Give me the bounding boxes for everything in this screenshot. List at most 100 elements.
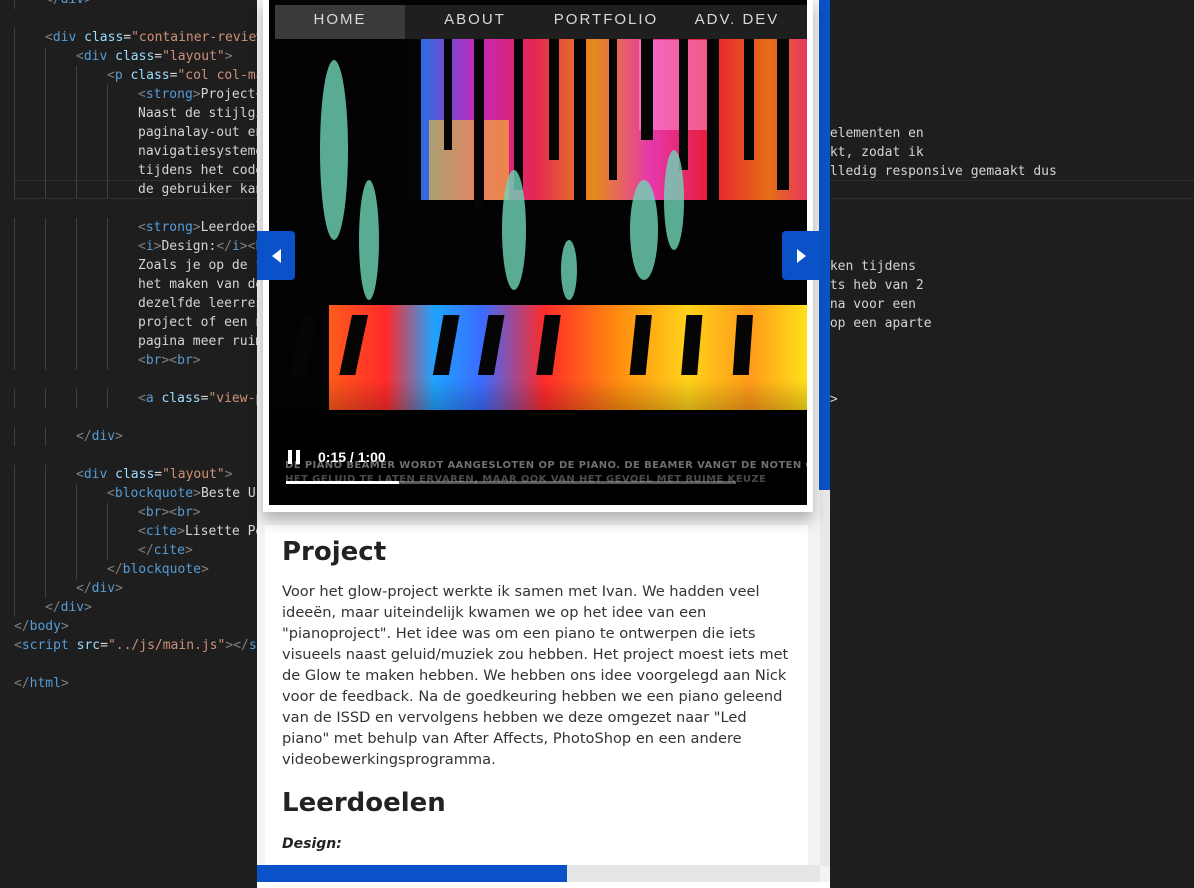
code-token: > bbox=[224, 467, 233, 482]
code-token: "layout" bbox=[162, 49, 225, 64]
indent-guide bbox=[76, 66, 77, 85]
top-navigation: HOME ABOUT PORTFOLIO ADV. DEV bbox=[275, 5, 807, 39]
video-player[interactable] bbox=[269, 0, 807, 505]
code-token: a bbox=[145, 391, 154, 406]
project-heading: Project bbox=[282, 537, 387, 567]
indent-guide bbox=[45, 427, 46, 446]
indent-guide bbox=[14, 427, 15, 446]
indent-guide bbox=[45, 256, 46, 275]
indent-guide bbox=[107, 389, 108, 408]
preview-scrollbar[interactable] bbox=[820, 490, 830, 866]
code-token: < bbox=[107, 486, 115, 501]
code-token: cite bbox=[153, 543, 185, 558]
indent-guide bbox=[76, 332, 77, 351]
accent-edge bbox=[819, 0, 830, 490]
code-token: body bbox=[29, 619, 61, 634]
indent-guide bbox=[76, 180, 77, 199]
indent-guide bbox=[76, 560, 77, 579]
indent-guide bbox=[107, 218, 108, 237]
code-token: div bbox=[83, 467, 108, 482]
code-token: br bbox=[177, 353, 193, 368]
code-token: "view-p bbox=[208, 391, 264, 406]
nav-item-home[interactable]: HOME bbox=[275, 5, 405, 39]
indent-guide bbox=[45, 180, 46, 199]
code-token: script bbox=[21, 638, 69, 653]
indent-guide bbox=[107, 161, 108, 180]
preview-bottom-edge bbox=[257, 882, 830, 888]
indent-guide bbox=[76, 256, 77, 275]
nav-item-adv-dev[interactable]: ADV. DEV bbox=[667, 5, 807, 39]
code-token: > bbox=[115, 429, 123, 444]
code-token: </ bbox=[76, 429, 92, 444]
code-token: < bbox=[138, 87, 146, 102]
indent-guide bbox=[107, 85, 108, 104]
code-token: >< bbox=[161, 353, 178, 368]
indent-guide bbox=[45, 332, 46, 351]
video-scrubber[interactable] bbox=[286, 481, 736, 484]
code-token: Leerdoel bbox=[200, 220, 264, 235]
indent-guide bbox=[76, 484, 77, 503]
pause-icon[interactable] bbox=[288, 450, 300, 464]
code-overflow-text: -elementen en bbox=[822, 126, 924, 141]
indent-guide bbox=[107, 180, 108, 199]
indent-guide bbox=[14, 142, 15, 161]
chevron-right-icon bbox=[796, 248, 806, 263]
code-token: > bbox=[115, 581, 123, 596]
indent-guide bbox=[45, 351, 46, 370]
indent-guide bbox=[45, 85, 46, 104]
nav-item-about[interactable]: ABOUT bbox=[405, 5, 545, 39]
code-token: </ bbox=[14, 619, 30, 634]
code-token: pagina meer ruim bbox=[138, 334, 264, 349]
code-overflow-text: op een aparte bbox=[822, 316, 932, 331]
indent-guide bbox=[107, 294, 108, 313]
code-token: Zoals je op de f bbox=[138, 258, 264, 273]
code-token: = bbox=[123, 30, 132, 45]
code-token: "../js/main.js" bbox=[107, 638, 226, 653]
indent-guide bbox=[14, 465, 15, 484]
code-token: </ bbox=[138, 543, 154, 558]
indent-guide bbox=[45, 579, 46, 598]
indent-guide bbox=[107, 541, 108, 560]
indent-guide bbox=[107, 522, 108, 541]
indent-guide bbox=[14, 47, 15, 66]
indent-guide bbox=[45, 389, 46, 408]
indent-guide bbox=[76, 294, 77, 313]
indent-guide bbox=[76, 161, 77, 180]
indent-guide bbox=[14, 66, 15, 85]
code-token: < bbox=[76, 467, 84, 482]
slider-prev-button[interactable] bbox=[257, 231, 295, 280]
indent-guide bbox=[14, 351, 15, 370]
slider-next-button[interactable] bbox=[782, 231, 820, 280]
code-token: < bbox=[138, 524, 146, 539]
code-token: = bbox=[154, 467, 163, 482]
code-token: > bbox=[184, 543, 193, 558]
indent-guide bbox=[14, 218, 15, 237]
code-overflow-text: akt, zodat ik bbox=[822, 145, 924, 160]
code-token: div bbox=[91, 581, 116, 596]
indent-guide bbox=[107, 275, 108, 294]
code-token: </ bbox=[14, 676, 30, 691]
indent-guide bbox=[45, 66, 46, 85]
code-token: < bbox=[138, 391, 146, 406]
nav-item-portfolio[interactable]: PORTFOLIO bbox=[545, 5, 667, 39]
page-progress-bar bbox=[257, 865, 820, 882]
code-token: br bbox=[177, 505, 193, 520]
indent-guide bbox=[14, 275, 15, 294]
video-controls: 0:15 / 1:00 bbox=[288, 449, 386, 465]
indent-guide bbox=[14, 256, 15, 275]
indent-guide bbox=[107, 503, 108, 522]
indent-guide bbox=[14, 313, 15, 332]
code-token: Design: bbox=[161, 239, 217, 254]
code-token: cite bbox=[145, 524, 178, 539]
code-token: >< bbox=[161, 505, 178, 520]
indent-guide bbox=[76, 351, 77, 370]
indent-guide bbox=[45, 237, 46, 256]
indent-guide bbox=[14, 180, 15, 199]
indent-guide bbox=[45, 218, 46, 237]
indent-guide bbox=[107, 142, 108, 161]
code-token: Lisette Pe bbox=[184, 524, 264, 539]
video-time: 0:15 / 1:00 bbox=[318, 449, 386, 465]
indent-guide bbox=[76, 541, 77, 560]
